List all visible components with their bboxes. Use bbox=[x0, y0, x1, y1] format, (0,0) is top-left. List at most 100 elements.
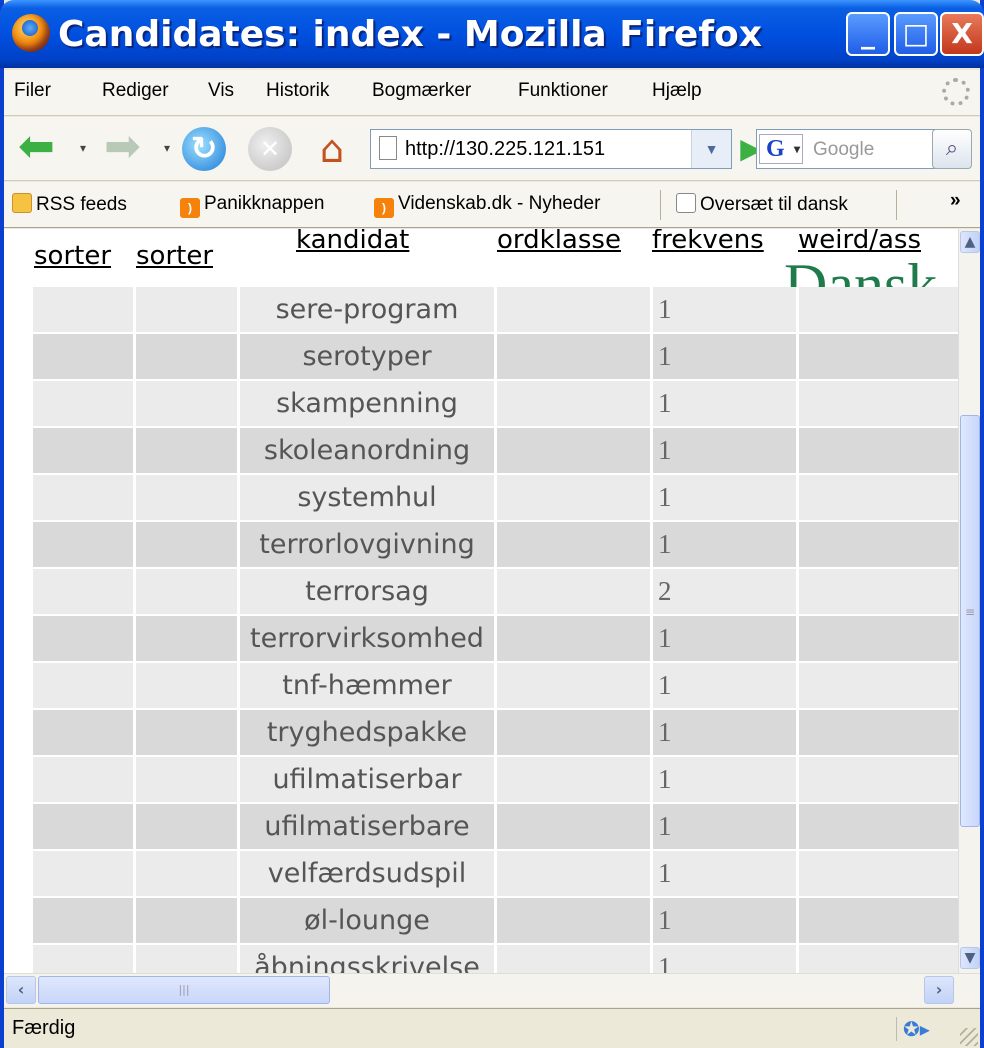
search-input[interactable]: Google bbox=[813, 139, 874, 161]
cell-sort-1 bbox=[30, 945, 133, 973]
cell-sort-2 bbox=[133, 569, 237, 614]
cell-weird-ass bbox=[796, 945, 958, 973]
maximize-button[interactable]: □ bbox=[894, 12, 938, 56]
cell-frekvens: 1 bbox=[650, 710, 796, 755]
url-text[interactable]: http://130.225.121.151 bbox=[405, 138, 605, 161]
back-history-dropdown-icon[interactable]: ▾ bbox=[80, 141, 86, 155]
cell-ordklasse bbox=[494, 663, 650, 708]
bookmark-label: RSS feeds bbox=[36, 194, 127, 215]
scroll-right-button[interactable]: › bbox=[924, 976, 954, 1004]
browser-window: Candidates: index - Mozilla Firefox _ □ … bbox=[0, 0, 984, 1048]
menu-bogmaerker[interactable]: Bogmærker bbox=[372, 80, 471, 102]
vertical-scroll-thumb[interactable]: ≡ bbox=[960, 415, 980, 827]
cell-ordklasse bbox=[494, 898, 650, 943]
horizontal-scroll-thumb[interactable]: ||| bbox=[38, 976, 330, 1004]
cell-frekvens: 1 bbox=[650, 616, 796, 661]
cell-sort-1 bbox=[30, 287, 133, 332]
bookmark-videnskab[interactable]: ) Videnskab.dk - Nyheder bbox=[374, 193, 600, 218]
cell-weird-ass bbox=[796, 428, 958, 473]
cell-kandidat: tnf-hæmmer bbox=[237, 663, 494, 708]
cell-sort-2 bbox=[133, 851, 237, 896]
bookmark-label: Panikknappen bbox=[204, 193, 325, 214]
status-bar: Færdig ✪▸ bbox=[4, 1008, 980, 1048]
cell-weird-ass bbox=[796, 522, 958, 567]
menu-filer[interactable]: Filer bbox=[14, 80, 51, 102]
cell-sort-2 bbox=[133, 381, 237, 426]
cell-weird-ass bbox=[796, 663, 958, 708]
cell-ordklasse bbox=[494, 475, 650, 520]
horizontal-scrollbar[interactable]: ‹ ||| › bbox=[4, 973, 980, 1007]
cell-kandidat: systemhul bbox=[237, 475, 494, 520]
column-header-kandidat[interactable]: kandidat bbox=[296, 229, 409, 255]
scroll-up-button[interactable]: ▲ bbox=[960, 231, 980, 253]
menu-vis[interactable]: Vis bbox=[208, 80, 234, 102]
url-bar[interactable]: http://130.225.121.151 ▼ bbox=[370, 129, 732, 169]
cell-sort-2 bbox=[133, 898, 237, 943]
cell-sort-1 bbox=[30, 475, 133, 520]
search-engine-icon[interactable]: G bbox=[759, 134, 803, 164]
cell-frekvens: 1 bbox=[650, 851, 796, 896]
cell-ordklasse bbox=[494, 428, 650, 473]
menu-bar: Filer Rediger Vis Historik Bogmærker Fun… bbox=[4, 70, 980, 116]
cell-kandidat: terrorlovgivning bbox=[237, 522, 494, 567]
navigation-toolbar: ⬅ ▾ ➡ ▾ ↻ ✕ ⌂ http://130.225.121.151 ▼ ▶… bbox=[4, 117, 980, 181]
cell-sort-1 bbox=[30, 663, 133, 708]
resize-grip[interactable] bbox=[960, 1028, 978, 1046]
scroll-left-button[interactable]: ‹ bbox=[6, 976, 36, 1004]
table-row: systemhul 1 bbox=[30, 475, 958, 520]
cell-weird-ass bbox=[796, 287, 958, 332]
search-magnifier-icon[interactable]: ⌕ bbox=[932, 129, 972, 169]
cell-weird-ass bbox=[796, 898, 958, 943]
cell-ordklasse bbox=[494, 710, 650, 755]
cell-weird-ass bbox=[796, 757, 958, 802]
column-header-ordklasse[interactable]: ordklasse bbox=[497, 229, 621, 255]
cell-ordklasse bbox=[494, 287, 650, 332]
cell-sort-2 bbox=[133, 522, 237, 567]
minimize-button[interactable]: _ bbox=[846, 12, 890, 56]
table-row: øl-lounge 1 bbox=[30, 898, 958, 943]
column-header-frekvens[interactable]: frekvens bbox=[652, 229, 764, 255]
cell-weird-ass bbox=[796, 475, 958, 520]
reload-icon[interactable]: ↻ bbox=[182, 127, 226, 171]
cell-kandidat: skoleanordning bbox=[237, 428, 494, 473]
vertical-scrollbar[interactable]: ▲ ≡ ▼ bbox=[958, 229, 980, 973]
url-dropdown-icon[interactable]: ▼ bbox=[691, 130, 731, 168]
column-header-weird-ass[interactable]: weird/ass bbox=[798, 229, 921, 255]
close-button[interactable]: X bbox=[940, 12, 984, 56]
cell-ordklasse bbox=[494, 616, 650, 661]
cell-frekvens: 1 bbox=[650, 381, 796, 426]
scroll-down-button[interactable]: ▼ bbox=[960, 947, 980, 969]
menu-funktioner[interactable]: Funktioner bbox=[518, 80, 608, 102]
cell-weird-ass bbox=[796, 851, 958, 896]
cell-sort-2 bbox=[133, 945, 237, 973]
cell-kandidat: terrorvirksomhed bbox=[237, 616, 494, 661]
stop-icon[interactable]: ✕ bbox=[248, 127, 292, 171]
bookmark-rss-feeds[interactable]: RSS feeds bbox=[12, 193, 127, 216]
forward-arrow-icon[interactable]: ➡ bbox=[104, 125, 148, 171]
cell-frekvens: 1 bbox=[650, 475, 796, 520]
back-arrow-icon[interactable]: ⬅ bbox=[18, 125, 62, 171]
bookmark-panikknappen[interactable]: ) Panikknappen bbox=[180, 193, 324, 218]
menu-rediger[interactable]: Rediger bbox=[102, 80, 169, 102]
menu-hjaelp[interactable]: Hjælp bbox=[652, 80, 702, 102]
table-row: terrorlovgivning 1 bbox=[30, 522, 958, 567]
search-box[interactable]: G Google bbox=[756, 129, 938, 169]
addon-status-icon[interactable]: ✪▸ bbox=[896, 1017, 940, 1041]
table-row: serotyper 1 bbox=[30, 334, 958, 379]
cell-ordklasse bbox=[494, 569, 650, 614]
status-text: Færdig bbox=[12, 1017, 76, 1039]
table-row: skampenning 1 bbox=[30, 381, 958, 426]
home-icon[interactable]: ⌂ bbox=[310, 127, 354, 171]
cell-sort-1 bbox=[30, 569, 133, 614]
menu-historik[interactable]: Historik bbox=[266, 80, 329, 102]
cell-sort-1 bbox=[30, 428, 133, 473]
cell-kandidat: serotyper bbox=[237, 334, 494, 379]
sort-link-column-2[interactable]: sorter bbox=[136, 241, 213, 271]
bookmark-oversaet[interactable]: Oversæt til dansk bbox=[676, 193, 848, 216]
bookmarks-overflow-chevron[interactable]: » bbox=[950, 190, 961, 212]
sort-link-column-1[interactable]: sorter bbox=[34, 241, 111, 271]
forward-history-dropdown-icon[interactable]: ▾ bbox=[164, 141, 170, 155]
cell-frekvens: 1 bbox=[650, 804, 796, 849]
cell-ordklasse bbox=[494, 804, 650, 849]
title-bar[interactable]: Candidates: index - Mozilla Firefox _ □ … bbox=[0, 0, 984, 68]
